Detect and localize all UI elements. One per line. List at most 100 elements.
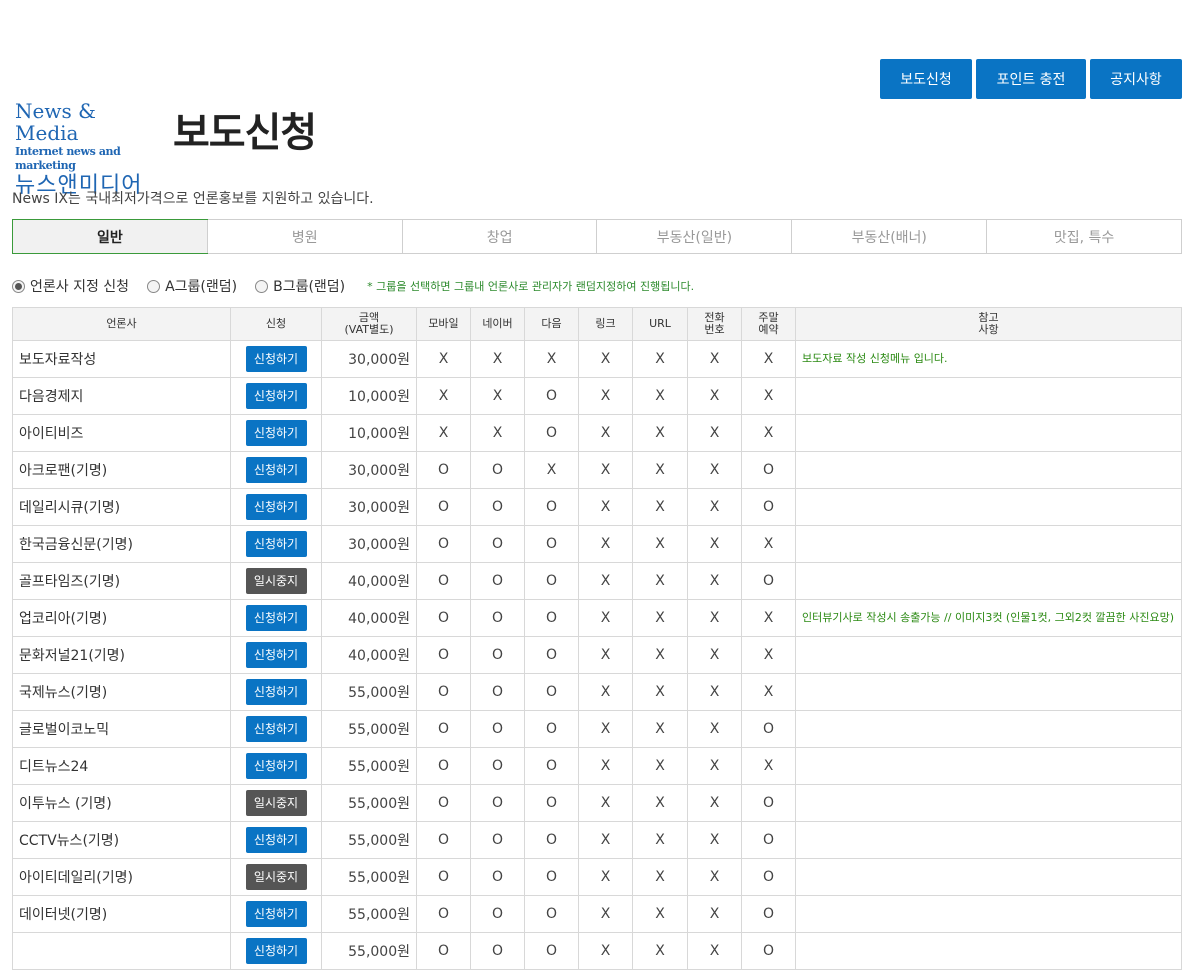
apply-button[interactable]: 신청하기 — [245, 383, 307, 409]
link-cell: X — [578, 858, 633, 896]
naver-cell: O — [470, 599, 525, 637]
daum-cell: O — [524, 414, 579, 452]
nav-notice-button[interactable]: 공지사항 — [1090, 59, 1182, 99]
nav-point-charge-button[interactable]: 포인트 충전 — [976, 59, 1086, 99]
apply-button[interactable]: 신청하기 — [245, 827, 307, 853]
table-row: 한국금융신문(기명) 신청하기 30,000원 O O O X X X X — [12, 525, 1182, 563]
nav-press-request-button[interactable]: 보도신청 — [880, 59, 972, 99]
page-title: 보도신청 — [173, 110, 317, 156]
apply-cell: 일시중지 — [230, 562, 322, 600]
logo[interactable]: News & Media Internet news and marketing… — [15, 100, 165, 199]
naver-cell: O — [470, 747, 525, 785]
apply-cell: 신청하기 — [230, 488, 322, 526]
apply-cell: 신청하기 — [230, 895, 322, 933]
phone-cell: X — [687, 525, 742, 563]
url-cell: X — [632, 858, 688, 896]
apply-button[interactable]: 신청하기 — [245, 901, 307, 927]
radio-group-b[interactable]: B그룹(랜덤) — [255, 276, 345, 296]
price-cell: 55,000원 — [321, 932, 417, 970]
apply-cell: 신청하기 — [230, 451, 322, 489]
mobile-cell: O — [416, 858, 471, 896]
tab-real-estate-general[interactable]: 부동산(일반) — [596, 220, 791, 253]
apply-button[interactable]: 신청하기 — [245, 494, 307, 520]
header-outlet: 언론사 — [12, 307, 231, 341]
tab-real-estate-banner[interactable]: 부동산(배너) — [791, 220, 986, 253]
apply-cell: 신청하기 — [230, 673, 322, 711]
daum-cell: O — [524, 377, 579, 415]
apply-button[interactable]: 신청하기 — [245, 938, 307, 964]
link-cell: X — [578, 710, 633, 748]
url-cell: X — [632, 340, 688, 378]
apply-button[interactable]: 신청하기 — [245, 531, 307, 557]
apply-button[interactable]: 신청하기 — [245, 716, 307, 742]
tab-hospital[interactable]: 병원 — [206, 220, 402, 253]
note-cell — [795, 858, 1182, 896]
radio-label: B그룹(랜덤) — [273, 279, 346, 295]
header-price-line2: (VAT별도) — [344, 323, 394, 336]
url-cell: X — [632, 821, 688, 859]
weekend-cell: O — [741, 895, 796, 933]
mobile-cell: O — [416, 451, 471, 489]
header-note-line2: 사항 — [978, 323, 999, 336]
weekend-cell: O — [741, 821, 796, 859]
link-cell: X — [578, 821, 633, 859]
tab-restaurant-special[interactable]: 맛집, 특수 — [986, 220, 1181, 253]
apply-button[interactable]: 신청하기 — [245, 642, 307, 668]
header-naver: 네이버 — [470, 307, 525, 341]
apply-button[interactable]: 신청하기 — [245, 679, 307, 705]
naver-cell: O — [470, 562, 525, 600]
radio-unchecked-icon[interactable] — [147, 279, 161, 293]
apply-button[interactable]: 신청하기 — [245, 420, 307, 446]
weekend-cell: O — [741, 932, 796, 970]
phone-cell: X — [687, 636, 742, 674]
mobile-cell: X — [416, 340, 471, 378]
price-cell: 30,000원 — [321, 488, 417, 526]
url-cell: X — [632, 784, 688, 822]
radio-checked-icon[interactable] — [12, 279, 25, 293]
header-phone: 전화 번호 — [687, 307, 742, 341]
paused-button[interactable]: 일시중지 — [245, 864, 307, 890]
apply-cell: 일시중지 — [230, 858, 322, 896]
weekend-cell: X — [741, 340, 796, 378]
naver-cell: O — [470, 451, 525, 489]
table-header-row: 언론사 신청 금액 (VAT별도) 모바일 네이버 다음 링크 URL 전화 번호 … — [12, 307, 1182, 341]
daum-cell: O — [524, 784, 579, 822]
weekend-cell: X — [741, 636, 796, 674]
mobile-cell: O — [416, 599, 471, 637]
price-cell: 55,000원 — [321, 821, 417, 859]
link-cell: X — [578, 599, 633, 637]
url-cell: X — [632, 932, 688, 970]
outlet-name-cell: 문화저널21(기명) — [12, 636, 231, 674]
radio-outlet-specified[interactable]: 언론사 지정 신청 — [12, 276, 129, 296]
table-row: 아크로팬(기명) 신청하기 30,000원 O O X X X X O — [12, 451, 1182, 489]
header-phone-line2: 번호 — [704, 323, 725, 336]
price-cell: 10,000원 — [321, 414, 417, 452]
naver-cell: O — [470, 932, 525, 970]
phone-cell: X — [687, 599, 742, 637]
outlet-name-cell: 이투뉴스 (기명) — [12, 784, 231, 822]
paused-button[interactable]: 일시중지 — [245, 568, 307, 594]
price-cell: 55,000원 — [321, 673, 417, 711]
apply-button[interactable]: 신청하기 — [245, 457, 307, 483]
daum-cell: O — [524, 858, 579, 896]
note-cell — [795, 636, 1182, 674]
apply-button[interactable]: 신청하기 — [245, 346, 307, 372]
link-cell: X — [578, 525, 633, 563]
header-url: URL — [632, 307, 688, 341]
note-cell — [795, 488, 1182, 526]
header-weekend: 주말 예약 — [741, 307, 796, 341]
apply-button[interactable]: 신청하기 — [245, 605, 307, 631]
paused-button[interactable]: 일시중지 — [245, 790, 307, 816]
radio-unchecked-icon[interactable] — [255, 279, 269, 293]
outlet-name-cell: 아이티데일리(기명) — [12, 858, 231, 896]
mobile-cell: O — [416, 784, 471, 822]
header-apply: 신청 — [230, 307, 322, 341]
apply-button[interactable]: 신청하기 — [245, 753, 307, 779]
url-cell: X — [632, 710, 688, 748]
tab-startup[interactable]: 창업 — [401, 220, 597, 253]
radio-group-a[interactable]: A그룹(랜덤) — [147, 276, 237, 296]
outlet-name-cell: 글로벌이코노믹 — [12, 710, 231, 748]
naver-cell: X — [470, 340, 525, 378]
outlet-name-cell — [12, 932, 231, 970]
tab-general[interactable]: 일반 — [12, 219, 208, 254]
